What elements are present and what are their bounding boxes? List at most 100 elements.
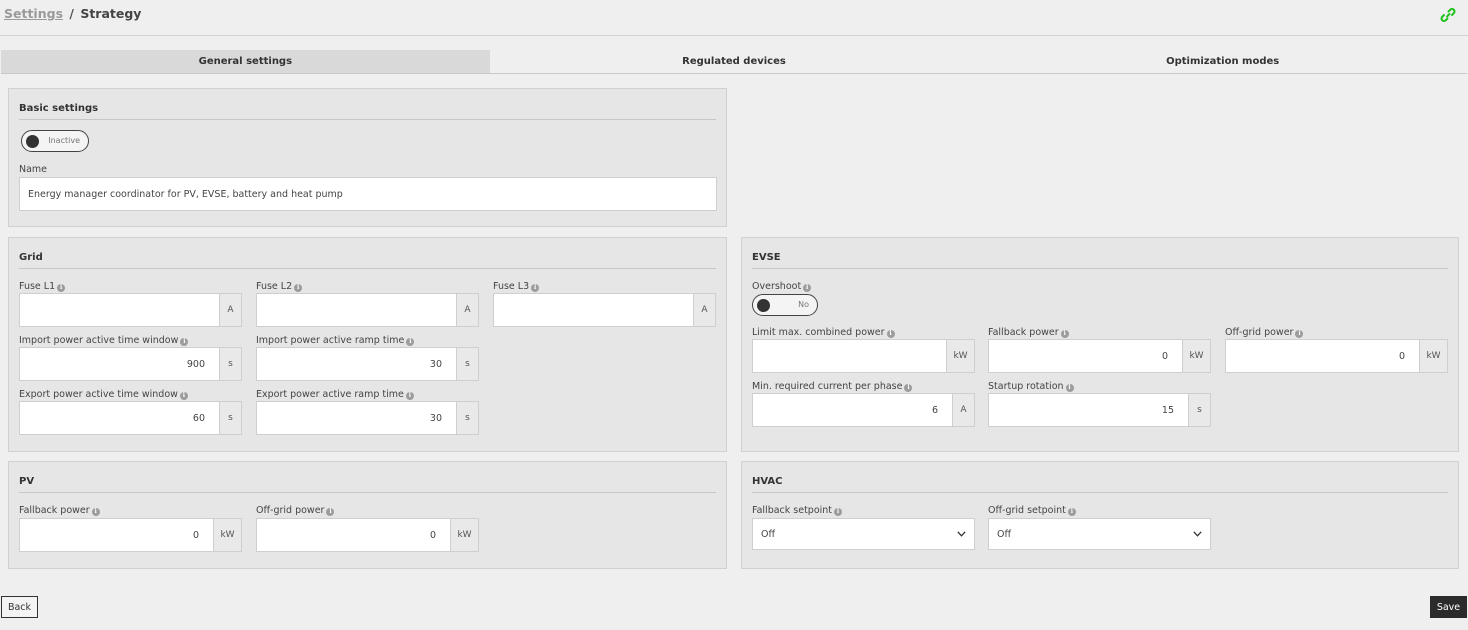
toggle-label: Inactive [48, 136, 80, 145]
overshoot-label: Overshoot i [752, 281, 812, 292]
panel-title: PV [19, 476, 35, 487]
fuse-l1-field[interactable]: A [19, 293, 242, 327]
grid-panel: Grid Fuse L1 i A Fuse L2 i A Fuse L3 i A Im… [8, 237, 727, 452]
hvac-panel: HVAC Fallback setpoint i Off Off-grid set… [741, 461, 1459, 569]
breadcrumb-current: Strategy [80, 6, 142, 21]
pv-offgrid-power-input[interactable] [257, 519, 450, 551]
back-button[interactable]: Back [1, 596, 38, 618]
limit-power-field[interactable]: kW [752, 339, 975, 373]
tab-regulated-devices[interactable]: Regulated devices [490, 50, 979, 73]
breadcrumb-settings-link[interactable]: Settings [4, 6, 63, 21]
limit-power-input[interactable] [753, 340, 946, 372]
evse-panel: EVSE Overshoot i No Limit max. combined p… [741, 237, 1459, 452]
info-icon[interactable]: i [406, 338, 415, 346]
fuse-l2-input[interactable] [257, 294, 456, 326]
min-current-label: Min. required current per phase i [752, 381, 913, 392]
evse-fallback-power-field[interactable]: kW [988, 339, 1211, 373]
fuse-l2-field[interactable]: A [256, 293, 479, 327]
fallback-setpoint-select[interactable]: Off [752, 518, 975, 550]
import-window-input[interactable] [20, 348, 219, 380]
pv-panel: PV Fallback poweri kW Off-grid poweri kW [8, 461, 727, 569]
divider [752, 268, 1448, 269]
import-window-field[interactable]: s [19, 347, 242, 381]
evse-fallback-power-input[interactable] [989, 340, 1182, 372]
import-ramp-input[interactable] [257, 348, 456, 380]
fallback-setpoint-label: Fallback setpoint i [752, 505, 843, 516]
info-icon[interactable]: i [834, 508, 843, 516]
chevron-down-icon [1193, 531, 1202, 537]
startup-rotation-label: Startup rotation i [988, 381, 1074, 392]
info-icon[interactable]: i [904, 384, 913, 392]
name-input[interactable] [20, 178, 716, 210]
info-icon[interactable]: i [57, 284, 66, 292]
toggle-label: No [798, 300, 809, 309]
tab-general-settings[interactable]: General settings [1, 50, 490, 73]
pv-fallback-power-field[interactable]: kW [19, 518, 242, 552]
export-ramp-input[interactable] [257, 402, 456, 434]
startup-rotation-field[interactable]: s [988, 393, 1211, 427]
info-icon[interactable]: i [1295, 330, 1304, 338]
name-field[interactable] [19, 177, 717, 211]
tab-optimization-modes[interactable]: Optimization modes [978, 50, 1467, 73]
fuse-l1-label: Fuse L1 i [19, 281, 66, 292]
startup-rotation-input[interactable] [989, 394, 1188, 426]
fuse-l1-input[interactable] [20, 294, 219, 326]
unit-label: kW [1419, 340, 1447, 372]
fuse-l3-field[interactable]: A [493, 293, 716, 327]
unit-label: s [456, 348, 478, 380]
offgrid-setpoint-select[interactable]: Off [988, 518, 1211, 550]
min-current-input[interactable] [753, 394, 952, 426]
pv-offgrid-power-field[interactable]: kW [256, 518, 479, 552]
export-ramp-field[interactable]: s [256, 401, 479, 435]
info-icon[interactable]: i [91, 508, 100, 516]
pv-offgrid-power-label-text: Off-grid power [256, 505, 325, 516]
min-current-field[interactable]: A [752, 393, 975, 427]
unit-label: kW [1182, 340, 1210, 372]
evse-fallback-power-label-text: Fallback power [988, 327, 1059, 338]
divider [752, 492, 1448, 493]
import-window-label: Import power active time window i [19, 335, 189, 346]
info-icon[interactable]: i [1067, 508, 1076, 516]
info-icon[interactable]: i [803, 284, 812, 292]
unit-label: kW [213, 519, 241, 551]
info-icon[interactable]: i [1065, 384, 1074, 392]
pv-fallback-power-input[interactable] [20, 519, 213, 551]
breadcrumb: Settings / Strategy [4, 6, 141, 21]
import-ramp-label-text: Import power active ramp time [256, 335, 405, 346]
offgrid-setpoint-label: Off-grid setpoint i [988, 505, 1076, 516]
import-ramp-label: Import power active ramp time i [256, 335, 415, 346]
panel-title: Grid [19, 252, 43, 263]
save-button[interactable]: Save [1430, 596, 1467, 618]
info-icon[interactable]: i [294, 284, 303, 292]
chevron-down-icon [957, 531, 966, 537]
evse-offgrid-power-input[interactable] [1226, 340, 1419, 372]
overshoot-toggle[interactable]: No [752, 294, 818, 316]
toggle-knob [26, 135, 39, 148]
info-icon[interactable]: i [531, 284, 540, 292]
fuse-l2-label: Fuse L2 i [256, 281, 303, 292]
export-window-input[interactable] [20, 402, 219, 434]
min-current-label-text: Min. required current per phase [752, 381, 903, 392]
pv-fallback-power-label: Fallback power i [19, 505, 100, 516]
evse-offgrid-power-field[interactable]: kW [1225, 339, 1448, 373]
unit-label: A [952, 394, 974, 426]
info-icon[interactable]: i [886, 330, 895, 338]
unit-label: s [219, 402, 241, 434]
info-icon[interactable]: i [326, 508, 335, 516]
unit-label: s [456, 402, 478, 434]
startup-rotation-label-text: Startup rotation [988, 381, 1064, 392]
info-icon[interactable]: i [179, 392, 188, 400]
active-toggle[interactable]: Inactive [21, 130, 89, 152]
import-ramp-field[interactable]: s [256, 347, 479, 381]
info-icon[interactable]: i [180, 338, 189, 346]
export-window-field[interactable]: s [19, 401, 242, 435]
unit-label: A [456, 294, 478, 326]
breadcrumb-separator: / [69, 6, 74, 21]
export-ramp-label: Export power active ramp time i [256, 389, 414, 400]
info-icon[interactable]: i [1060, 330, 1069, 338]
info-icon[interactable]: i [405, 392, 414, 400]
link-icon[interactable] [1440, 7, 1456, 23]
fuse-l3-input[interactable] [494, 294, 693, 326]
unit-label: s [1188, 394, 1210, 426]
unit-label: kW [450, 519, 478, 551]
